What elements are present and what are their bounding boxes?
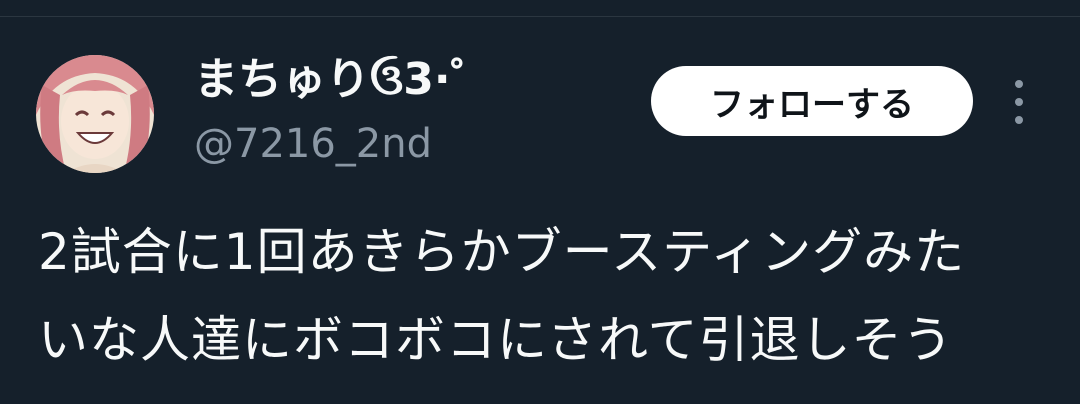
tweet-line: いな人達にボコボコにされて引退しそう (38, 311, 954, 369)
dot (1015, 98, 1023, 106)
avatar-image (36, 55, 154, 173)
follow-button[interactable]: フォローする (651, 66, 973, 136)
user-handle[interactable]: @7216_2nd (194, 118, 432, 170)
more-vertical-icon[interactable] (1004, 80, 1034, 124)
display-name[interactable]: まちゅりઉ3·゜ (194, 52, 495, 108)
tweet-text: 2試合に1回あきらかブースティングみた いな人達にボコボコにされて引退しそう (38, 208, 1068, 384)
dot (1015, 80, 1023, 88)
tweet-line: 2試合に1回あきらかブースティングみた (38, 223, 966, 281)
top-divider (0, 16, 1080, 17)
dot (1015, 116, 1023, 124)
avatar[interactable] (36, 55, 154, 173)
